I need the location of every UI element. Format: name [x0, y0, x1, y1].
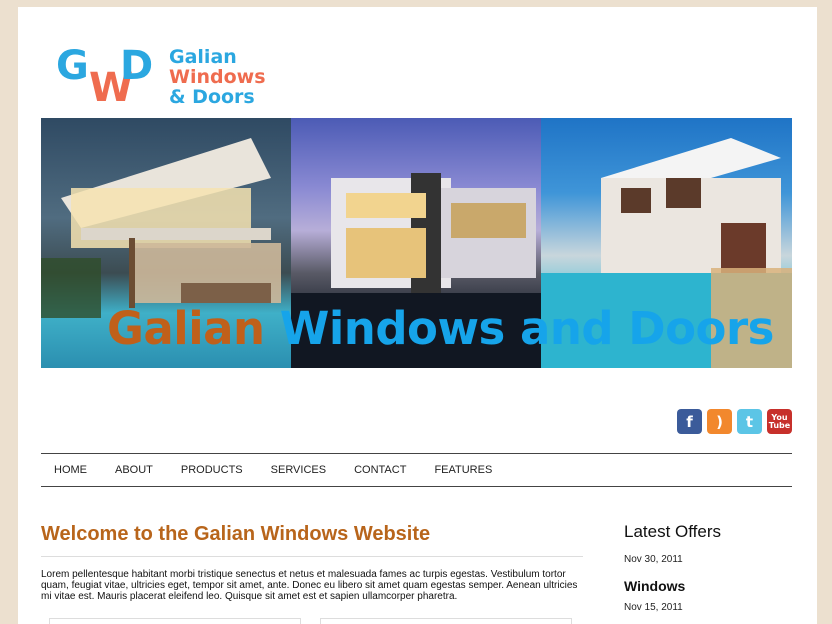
gwd-logo-mark: G W D	[56, 45, 153, 105]
facebook-icon[interactable]: f	[677, 409, 702, 434]
offer-heading-windows[interactable]: Windows	[624, 578, 794, 594]
banner-title: Galian Windows and Doors	[107, 302, 774, 355]
nav-item-products[interactable]: PRODUCTS	[181, 464, 243, 476]
offer-date-2: Nov 15, 2011	[624, 602, 683, 613]
nav-item-features[interactable]: FEATURES	[434, 464, 492, 476]
hero-banner: Galian Windows and Doors	[41, 118, 792, 368]
banner-title-galian: Galian	[107, 302, 265, 355]
nav-item-contact[interactable]: CONTACT	[354, 464, 406, 476]
svg-text:D: D	[120, 45, 153, 89]
logo-line-2: Windows	[169, 66, 266, 88]
site-logo[interactable]: G W D Galian Windows & Doors	[56, 45, 276, 115]
rss-icon[interactable]: )	[707, 409, 732, 434]
nav-item-services[interactable]: SERVICES	[271, 464, 326, 476]
latest-offers-sidebar: Latest Offers Nov 30, 2011 Windows Nov 1…	[624, 522, 794, 624]
nav-item-home[interactable]: HOME	[54, 464, 87, 476]
svg-text:G: G	[56, 45, 89, 89]
content-box-left	[49, 618, 301, 624]
main-nav: HOME ABOUT PRODUCTS SERVICES CONTACT FEA…	[41, 453, 792, 487]
welcome-body-text: Lorem pellentesque habitant morbi tristi…	[41, 569, 578, 602]
twitter-icon[interactable]: t	[737, 409, 762, 434]
logo-line-3: & Doors	[169, 86, 255, 108]
sidebar-title: Latest Offers	[624, 522, 722, 541]
page-container: G W D Galian Windows & Doors Galian Wind…	[18, 7, 817, 624]
banner-title-rest: Windows and Doors	[279, 302, 775, 355]
welcome-heading: Welcome to the Galian Windows Website	[41, 523, 583, 557]
logo-wordmark: Galian Windows & Doors	[169, 47, 266, 107]
youtube-icon[interactable]: You Tube	[767, 409, 792, 434]
content-box-right	[320, 618, 572, 624]
social-links: f ) t You Tube	[677, 409, 792, 434]
offer-date-1: Nov 30, 2011	[624, 554, 683, 565]
logo-line-1: Galian	[169, 46, 237, 68]
nav-item-about[interactable]: ABOUT	[115, 464, 153, 476]
